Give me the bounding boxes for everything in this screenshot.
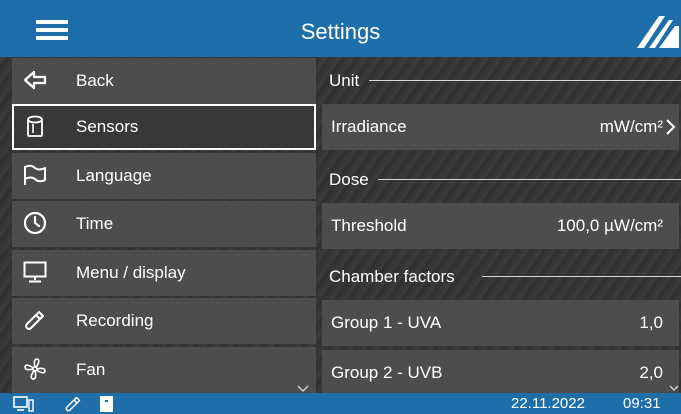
scroll-down-chevron-icon[interactable] xyxy=(296,380,310,393)
sidebar-item-label: Recording xyxy=(76,311,154,330)
sidebar-item-label: Language xyxy=(76,166,152,185)
irradiance-value: mW/cm² xyxy=(599,117,663,136)
section-chamber-factors: Chamber factors xyxy=(322,257,681,293)
group-2-value: 2,0 xyxy=(639,363,663,382)
brand-logo xyxy=(631,12,681,50)
irradiance-row[interactable]: Irradiance mW/cm² xyxy=(322,104,679,150)
group-2-row[interactable]: Group 2 - UVB 2,0 xyxy=(322,350,679,396)
sidebar-item-recording[interactable]: Recording xyxy=(12,298,316,344)
sidebar-item-back[interactable]: Back xyxy=(12,58,316,104)
pc-connection-icon xyxy=(13,395,35,412)
section-label-unit: Unit xyxy=(329,71,360,90)
usb-stick-icon xyxy=(23,308,47,332)
section-unit: Unit xyxy=(322,61,681,97)
back-arrow-icon xyxy=(23,68,47,92)
sidebar-item-sensors[interactable]: Sensors xyxy=(12,104,316,150)
divider xyxy=(482,276,681,277)
sidebar-item-label: Sensors xyxy=(76,117,139,136)
divider xyxy=(369,80,681,81)
sidebar: Back Sensors Language Time Menu / displa… xyxy=(0,57,318,393)
group-1-row[interactable]: Group 1 - UVA 1,0 xyxy=(322,300,679,346)
clock-icon xyxy=(23,211,47,235)
group-2-label: Group 2 - UVB xyxy=(331,363,443,382)
monitor-icon xyxy=(23,260,47,284)
threshold-label: Threshold xyxy=(331,216,407,235)
group-1-label: Group 1 - UVA xyxy=(331,313,442,332)
section-dose: Dose xyxy=(322,160,681,196)
threshold-row[interactable]: Threshold 100,0 µW/cm² xyxy=(322,203,679,249)
sidebar-item-label: Time xyxy=(76,214,114,233)
threshold-value: 100,0 µW/cm² xyxy=(556,216,663,235)
sidebar-item-language[interactable]: Language xyxy=(12,153,316,199)
section-label-dose: Dose xyxy=(329,170,369,189)
scroll-down-chevron-icon[interactable] xyxy=(669,380,679,392)
group-1-value: 1,0 xyxy=(639,313,663,332)
sidebar-item-label: Menu / display xyxy=(76,263,186,282)
header-bar: Settings xyxy=(0,0,681,57)
sidebar-item-fan[interactable]: Fan xyxy=(12,347,316,393)
divider xyxy=(378,179,681,180)
status-time: 09:31 xyxy=(623,395,661,412)
status-bar: 22.11.2022 09:31 xyxy=(0,393,681,414)
usb-stick-icon xyxy=(64,395,82,412)
sidebar-item-time[interactable]: Time xyxy=(12,201,316,247)
content-area: Back Sensors Language Time Menu / displa… xyxy=(0,57,681,396)
irradiance-label: Irradiance xyxy=(331,117,407,136)
sidebar-item-label: Fan xyxy=(76,360,106,379)
fan-icon xyxy=(23,357,47,381)
status-date: 22.11.2022 xyxy=(511,395,585,412)
sensor-icon xyxy=(23,114,47,138)
settings-panel: Unit Irradiance mW/cm² Dose Threshold 10… xyxy=(322,57,681,396)
chevron-right-icon[interactable] xyxy=(665,118,677,136)
sidebar-item-label: Back xyxy=(76,71,114,90)
sidebar-item-menu-display[interactable]: Menu / display xyxy=(12,250,316,296)
page-title: Settings xyxy=(300,19,381,44)
flag-icon xyxy=(23,163,47,187)
section-label-chamber-factors: Chamber factors xyxy=(329,267,455,286)
battery-icon xyxy=(99,395,115,412)
